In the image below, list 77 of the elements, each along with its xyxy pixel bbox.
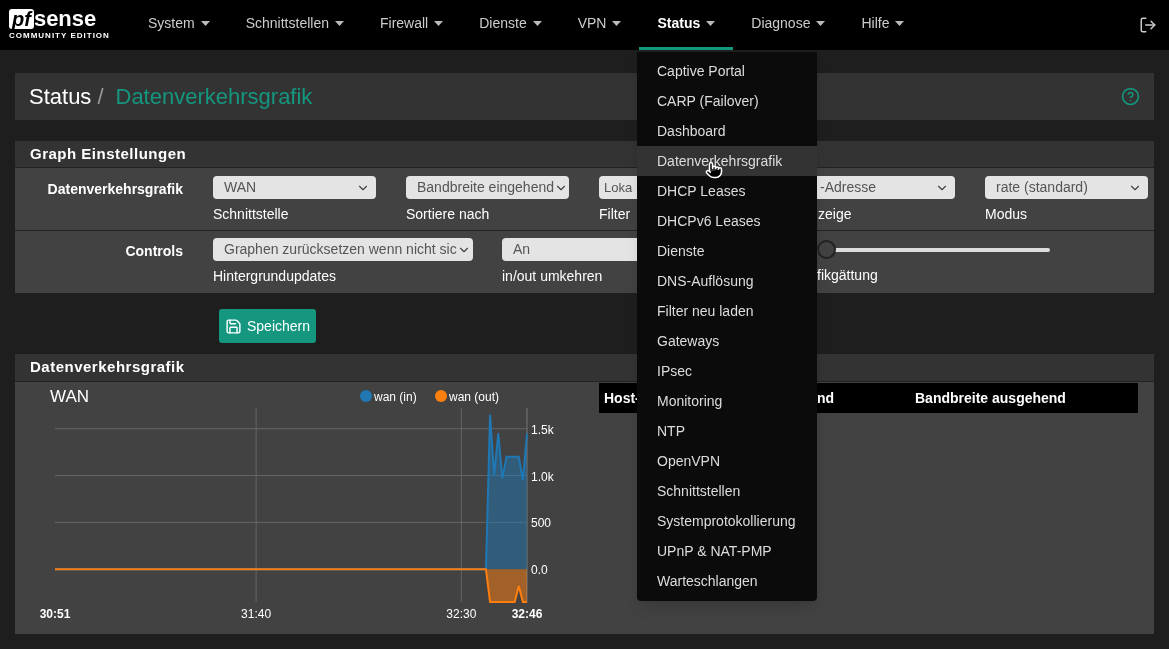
menu-item[interactable]: UPnP & NAT-PMP xyxy=(637,536,817,566)
help-icon[interactable] xyxy=(1121,87,1140,106)
nav-menu-item[interactable]: Hilfe xyxy=(843,0,923,50)
menu-item[interactable]: CARP (Failover) xyxy=(637,86,817,116)
menu-item[interactable]: NTP xyxy=(637,416,817,446)
breadcrumb-current: Datenverkehrsgrafik xyxy=(115,83,313,111)
menu-item[interactable]: Datenverkehrsgrafik xyxy=(637,146,817,176)
caret-icon xyxy=(895,21,905,26)
caret-icon xyxy=(434,21,444,26)
select-field[interactable]: Graphen zurücksetzen wenn nicht sic xyxy=(213,238,473,261)
x-tick-label: 30:51 xyxy=(39,607,71,621)
nav-menu-item[interactable]: System xyxy=(130,0,228,50)
row-label: Datenverkehrsgrafik xyxy=(46,180,183,199)
caret-icon xyxy=(706,21,716,26)
field-caption: Filter xyxy=(599,205,631,224)
menu-item[interactable]: Systemprotokollierung xyxy=(637,506,817,536)
panel-title: Graph Einstellungen xyxy=(30,143,187,164)
column-header: nd xyxy=(817,389,835,406)
menu-item[interactable]: Monitoring xyxy=(637,386,817,416)
menu-item[interactable]: Filter neu laden xyxy=(637,296,817,326)
row-label: Controls xyxy=(124,242,183,261)
menu-item[interactable]: Schnittstellen xyxy=(637,476,817,506)
legend-item: wan (out) xyxy=(435,390,500,404)
x-tick-label: 31:40 xyxy=(241,607,272,621)
field-caption: Modus xyxy=(985,205,1028,224)
slider-thumb[interactable] xyxy=(817,240,836,259)
select-field[interactable]: rate (standard) xyxy=(985,176,1148,199)
nav-menu-item[interactable]: Dienste xyxy=(461,0,560,50)
select-field[interactable]: WAN xyxy=(213,176,376,199)
logo-word: sense xyxy=(33,8,97,30)
x-tick-label: 32:30 xyxy=(446,607,477,621)
menu-item[interactable]: DHCPv6 Leases xyxy=(637,206,817,236)
x-tick-label: 32:46 xyxy=(511,607,543,621)
nav-menu-item[interactable]: Firewall xyxy=(361,0,462,50)
column-header: Bandbreite ausgehend xyxy=(915,389,1066,406)
slider-track[interactable] xyxy=(817,240,1050,259)
logo[interactable]: pfsense COMMUNITY EDITION xyxy=(0,8,130,42)
panel-title: Datenverkehrsgrafik xyxy=(30,357,185,378)
caret-icon xyxy=(816,21,826,26)
breadcrumb-separator: / xyxy=(97,83,104,111)
legend-item: wan (in) xyxy=(360,390,417,404)
y-tick-label: 0.0 xyxy=(531,563,548,578)
menu-item[interactable]: Gateways xyxy=(637,326,817,356)
field-caption: Schnittstelle xyxy=(213,205,289,224)
field-caption: fikgättung xyxy=(817,266,878,285)
legend-label: wan (in) xyxy=(373,390,417,404)
caret-icon xyxy=(612,21,622,26)
caret-icon xyxy=(334,21,344,26)
y-tick-label: 1.0k xyxy=(531,469,554,484)
menu-item[interactable]: Captive Portal xyxy=(637,56,817,86)
chart-title: WAN xyxy=(50,387,90,406)
field-caption: in/out umkehren xyxy=(502,267,603,286)
save-button[interactable]: Speichern xyxy=(219,309,317,343)
y-tick-label: 500 xyxy=(531,516,552,531)
menu-item[interactable]: OpenVPN xyxy=(637,446,817,476)
column-header: Host- xyxy=(604,389,640,406)
breadcrumb-parent[interactable]: Status xyxy=(29,80,92,113)
caret-icon xyxy=(200,21,210,26)
field-caption: Hintergrundupdates xyxy=(213,267,336,286)
logout-icon[interactable] xyxy=(1139,16,1157,34)
nav-menu-item[interactable]: VPN xyxy=(559,0,640,50)
y-tick-label: 1.5k xyxy=(531,422,554,437)
menu-item[interactable]: Dashboard xyxy=(637,116,817,146)
select-field[interactable]: Loka xyxy=(599,176,637,199)
logo-edition: COMMUNITY EDITION xyxy=(9,30,110,42)
caret-icon xyxy=(532,21,542,26)
menu-item[interactable]: Warteschlangen xyxy=(637,566,817,596)
save-icon xyxy=(225,317,242,335)
menu-item[interactable]: DNS-Auflösung xyxy=(637,266,817,296)
logo-mark: pf xyxy=(9,9,34,29)
field-caption: zeige xyxy=(818,205,852,224)
select-field[interactable]: Bandbreite eingehend xyxy=(406,176,569,199)
legend-label: wan (out) xyxy=(448,390,500,404)
nav-menu-item[interactable]: Schnittstellen xyxy=(227,0,362,50)
field-caption: Sortiere nach xyxy=(406,205,490,224)
menu-item[interactable]: IPsec xyxy=(637,356,817,386)
nav-menu-item[interactable]: Diagnose xyxy=(733,0,844,50)
